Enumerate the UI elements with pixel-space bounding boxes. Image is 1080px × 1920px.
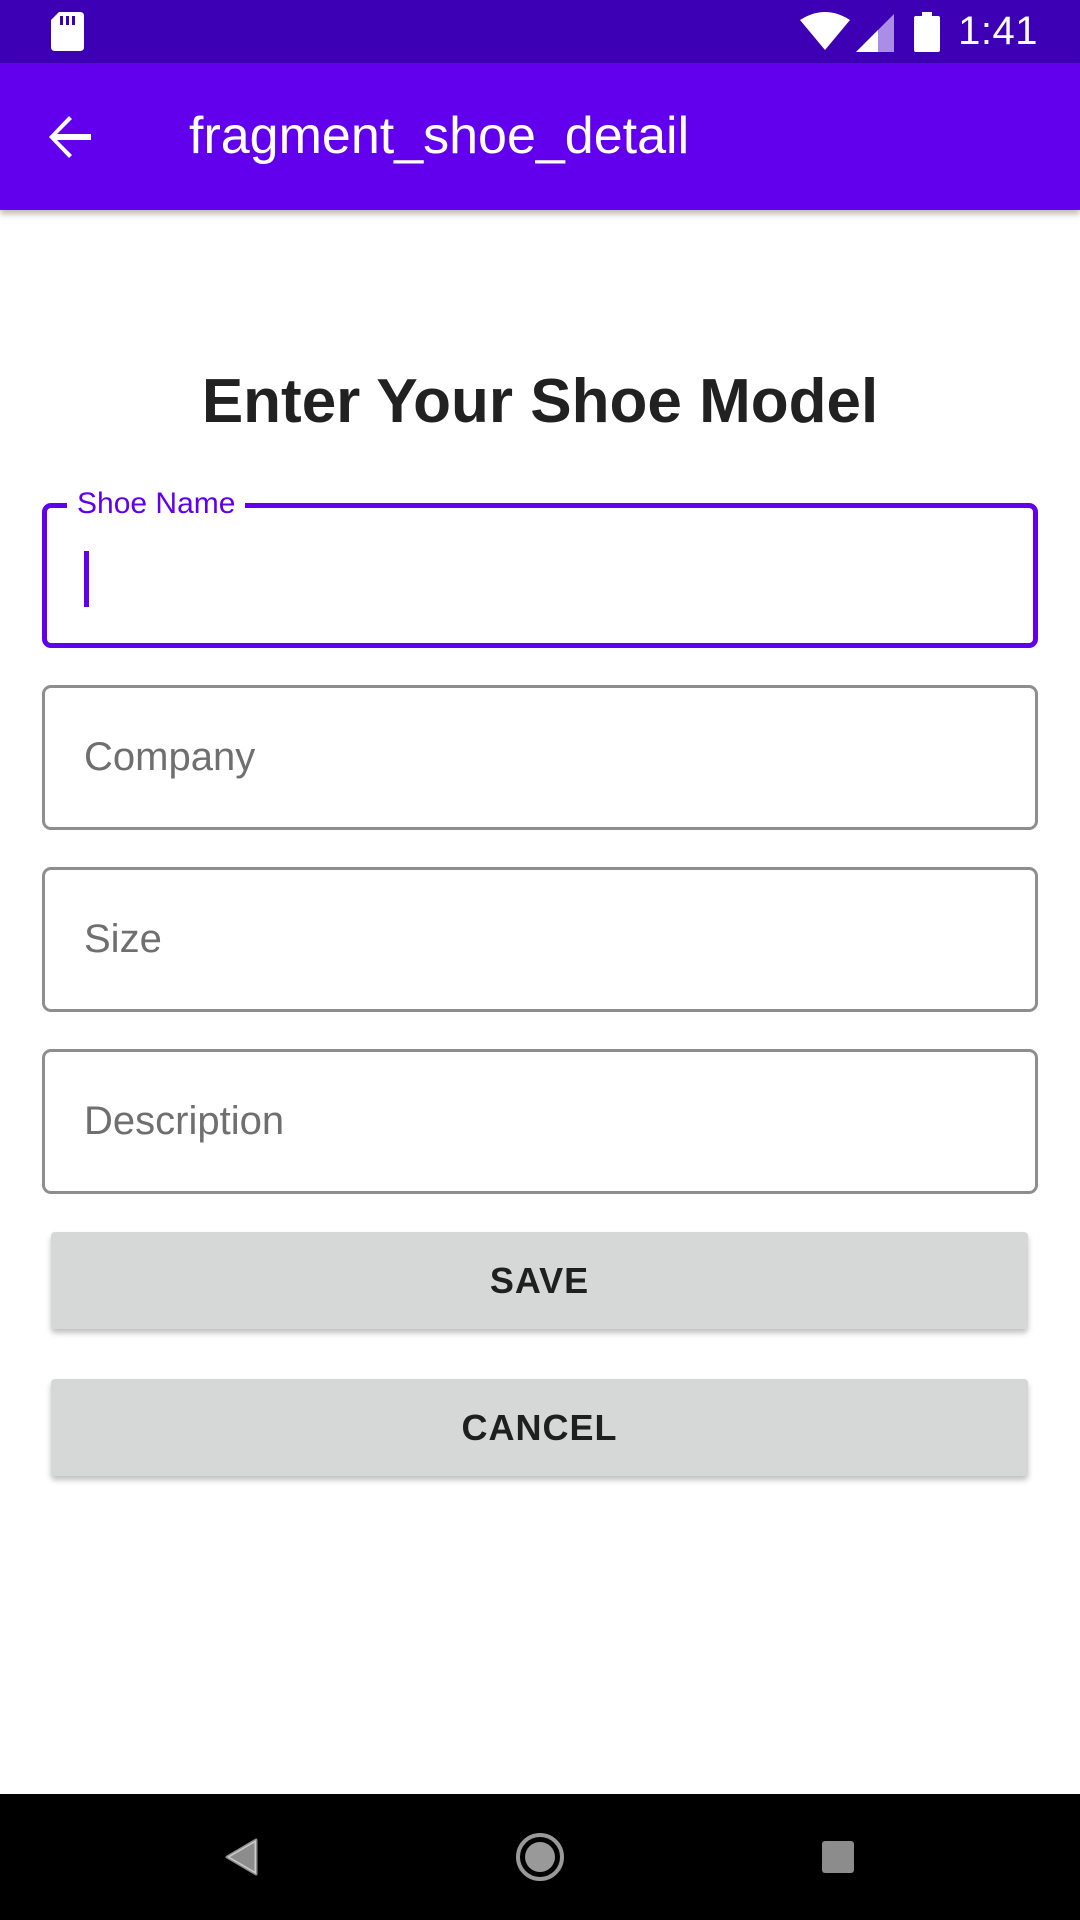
description-placeholder: Description bbox=[84, 1099, 285, 1143]
shoe-name-label: Shoe Name bbox=[67, 484, 246, 524]
app-bar: fragment_shoe_detail bbox=[0, 63, 1080, 210]
arrow-back-icon bbox=[49, 116, 91, 158]
status-icons: 1:41 bbox=[800, 0, 1038, 63]
status-time: 1:41 bbox=[958, 9, 1038, 53]
status-bar: 1:41 bbox=[0, 0, 1080, 63]
company-placeholder: Company bbox=[84, 735, 256, 779]
back-button[interactable] bbox=[30, 105, 110, 169]
back-triangle-icon bbox=[225, 1838, 258, 1876]
signal-icon bbox=[856, 13, 895, 52]
text-cursor bbox=[84, 551, 89, 607]
app-bar-title: fragment_shoe_detail bbox=[189, 107, 690, 165]
nav-recents-button[interactable] bbox=[793, 1812, 883, 1902]
description-field[interactable]: Description bbox=[42, 1049, 1038, 1194]
cancel-button[interactable]: CANCEL bbox=[51, 1379, 1028, 1476]
page-title: Enter Your Shoe Model bbox=[201, 367, 879, 436]
system-nav-bar bbox=[0, 1794, 1080, 1920]
nav-home-button[interactable] bbox=[495, 1812, 585, 1902]
nav-back-button[interactable] bbox=[196, 1812, 286, 1902]
size-placeholder: Size bbox=[84, 917, 162, 961]
recents-square-icon bbox=[822, 1841, 854, 1873]
shoe-name-field[interactable]: Shoe Name bbox=[42, 484, 1038, 648]
size-field[interactable]: Size bbox=[42, 867, 1038, 1012]
battery-icon bbox=[914, 11, 941, 52]
sd-card-icon bbox=[51, 12, 84, 51]
company-field[interactable]: Company bbox=[42, 685, 1038, 830]
home-circle-icon bbox=[516, 1833, 564, 1881]
save-button[interactable]: SAVE bbox=[51, 1232, 1028, 1329]
wifi-icon bbox=[800, 11, 851, 50]
